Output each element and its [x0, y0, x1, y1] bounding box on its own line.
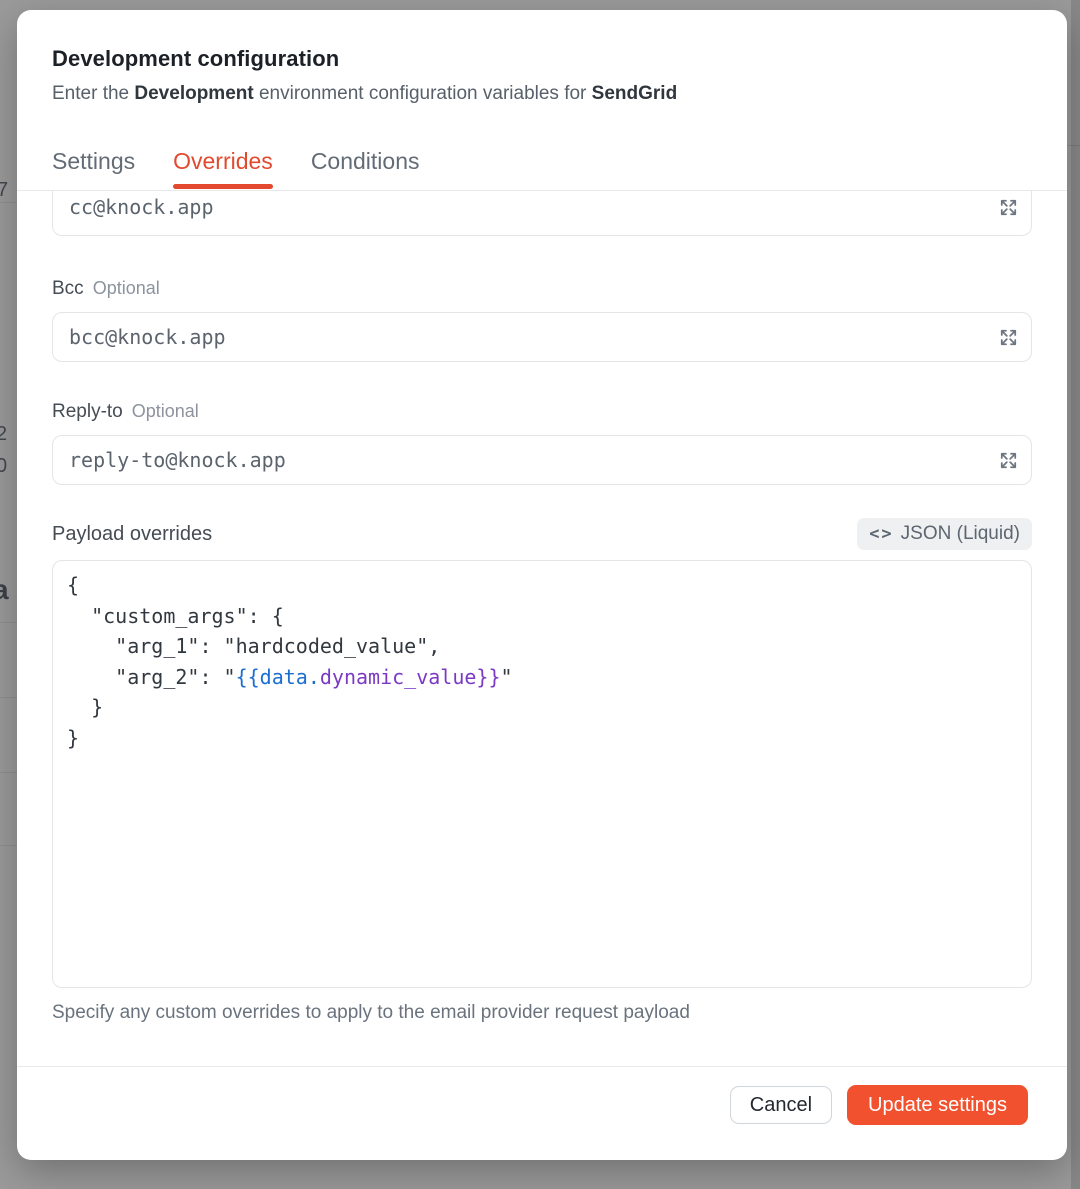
code-line: "arg_1": "hardcoded_value", [67, 631, 1017, 662]
bcc-value[interactable]: bcc@knock.app [53, 325, 226, 349]
cc-value[interactable]: cc@knock.app [53, 195, 214, 219]
bcc-label: Bcc [52, 278, 84, 300]
json-liquid-badge-label: JSON (Liquid) [901, 523, 1020, 545]
background-page-scrollbar [1071, 0, 1080, 1189]
expand-icon[interactable] [996, 448, 1020, 472]
reply-to-label: Reply-to [52, 401, 123, 423]
background-text-fragment: a [0, 580, 9, 600]
reply-to-input[interactable]: reply-to@knock.app [52, 435, 1032, 485]
tab-overrides[interactable]: Overrides [173, 147, 273, 190]
code-line: } [67, 723, 1017, 754]
dialog-header: Development configuration Enter the Deve… [17, 10, 1067, 106]
subtitle-environment: Development [134, 83, 253, 104]
liquid-tag-open: {{data. [236, 665, 320, 689]
payload-overrides-label: Payload overrides [52, 523, 212, 546]
code-line: "arg_2": "{{data.dynamic_value}}" [67, 662, 1017, 693]
code-line: } [67, 692, 1017, 723]
code-icon: <> [869, 524, 893, 544]
background-divider [0, 622, 17, 623]
background-text-fragment: 0 [0, 456, 7, 476]
liquid-variable: dynamic_value}} [320, 665, 501, 689]
dialog-title: Development configuration [52, 45, 1032, 73]
tab-conditions[interactable]: Conditions [311, 147, 420, 190]
payload-overrides-editor[interactable]: { "custom_args": { "arg_1": "hardcoded_v… [52, 560, 1032, 988]
background-text-fragment: 7 [0, 180, 8, 200]
bcc-input[interactable]: bcc@knock.app [52, 312, 1032, 362]
code-line: { [67, 570, 1017, 601]
payload-overrides-help-text: Specify any custom overrides to apply to… [52, 1001, 1032, 1024]
reply-to-value[interactable]: reply-to@knock.app [53, 448, 286, 472]
cc-input[interactable]: cc@knock.app [52, 191, 1032, 236]
reply-to-optional-label: Optional [132, 400, 199, 422]
json-liquid-badge: <> JSON (Liquid) [857, 518, 1032, 550]
background-divider [0, 772, 17, 773]
dialog-tabs: Settings Overrides Conditions [17, 147, 1067, 191]
background-divider [0, 202, 17, 203]
development-configuration-dialog: Development configuration Enter the Deve… [17, 10, 1067, 1160]
background-divider [0, 845, 17, 846]
tab-settings[interactable]: Settings [52, 147, 135, 190]
reply-to-label-row: Reply-to Optional [52, 400, 1032, 423]
payload-overrides-header: Payload overrides <> JSON (Liquid) [52, 518, 1032, 550]
code-line: "custom_args": { [67, 601, 1017, 632]
background-divider [0, 697, 17, 698]
dialog-footer: Cancel Update settings [17, 1066, 1067, 1143]
background-text-fragment: 2 [0, 424, 7, 444]
subtitle-provider: SendGrid [592, 83, 678, 104]
update-settings-button[interactable]: Update settings [847, 1085, 1028, 1125]
expand-icon[interactable] [996, 325, 1020, 349]
dialog-subtitle: Enter the Development environment config… [52, 82, 1032, 106]
cancel-button[interactable]: Cancel [730, 1086, 832, 1124]
bcc-label-row: Bcc Optional [52, 277, 1032, 300]
subtitle-text: Enter the [52, 83, 134, 104]
subtitle-text: environment configuration variables for [254, 83, 592, 104]
background-divider [1067, 145, 1080, 146]
expand-icon[interactable] [996, 195, 1020, 219]
bcc-optional-label: Optional [93, 277, 160, 299]
overrides-tab-content: cc@knock.app Bcc Optional bcc@knock.app [17, 191, 1067, 1066]
